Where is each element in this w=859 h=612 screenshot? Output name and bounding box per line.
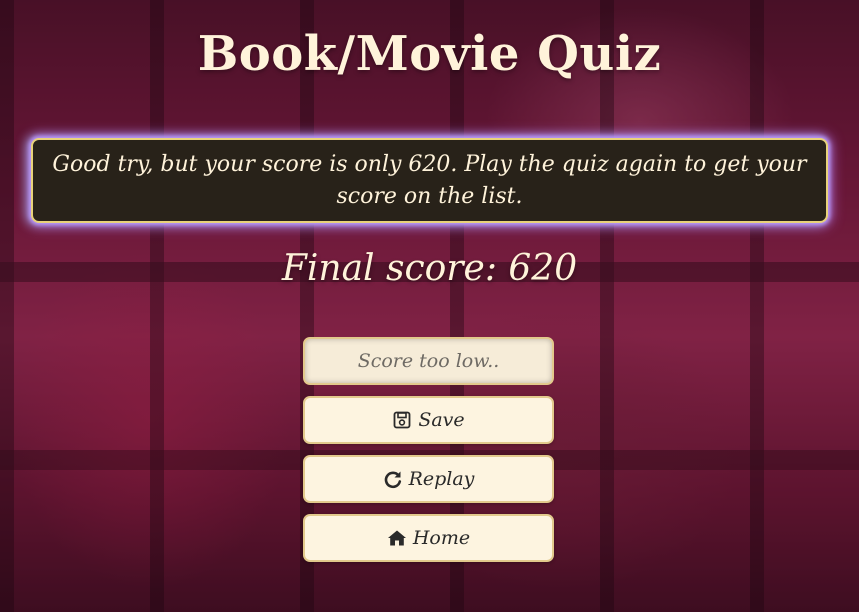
controls: Save Replay Home <box>303 337 554 573</box>
quiz-end-screen: Book/Movie Quiz Good try, but your score… <box>0 0 859 612</box>
floppy-disk-icon <box>392 410 412 430</box>
redo-icon <box>383 469 403 489</box>
final-score: Final score: 620 <box>281 248 578 289</box>
save-button-label: Save <box>418 409 465 431</box>
home-icon <box>387 528 407 548</box>
home-button-label: Home <box>412 527 471 549</box>
replay-button-label: Replay <box>408 468 475 490</box>
result-message-box: Good try, but your score is only 620. Pl… <box>31 138 828 223</box>
replay-button[interactable]: Replay <box>303 455 554 503</box>
username-input[interactable] <box>305 338 552 384</box>
result-message: Good try, but your score is only 620. Pl… <box>52 151 807 209</box>
home-button[interactable]: Home <box>303 514 554 562</box>
page-title: Book/Movie Quiz <box>197 26 662 82</box>
username-field[interactable] <box>303 337 554 385</box>
save-button[interactable]: Save <box>303 396 554 444</box>
